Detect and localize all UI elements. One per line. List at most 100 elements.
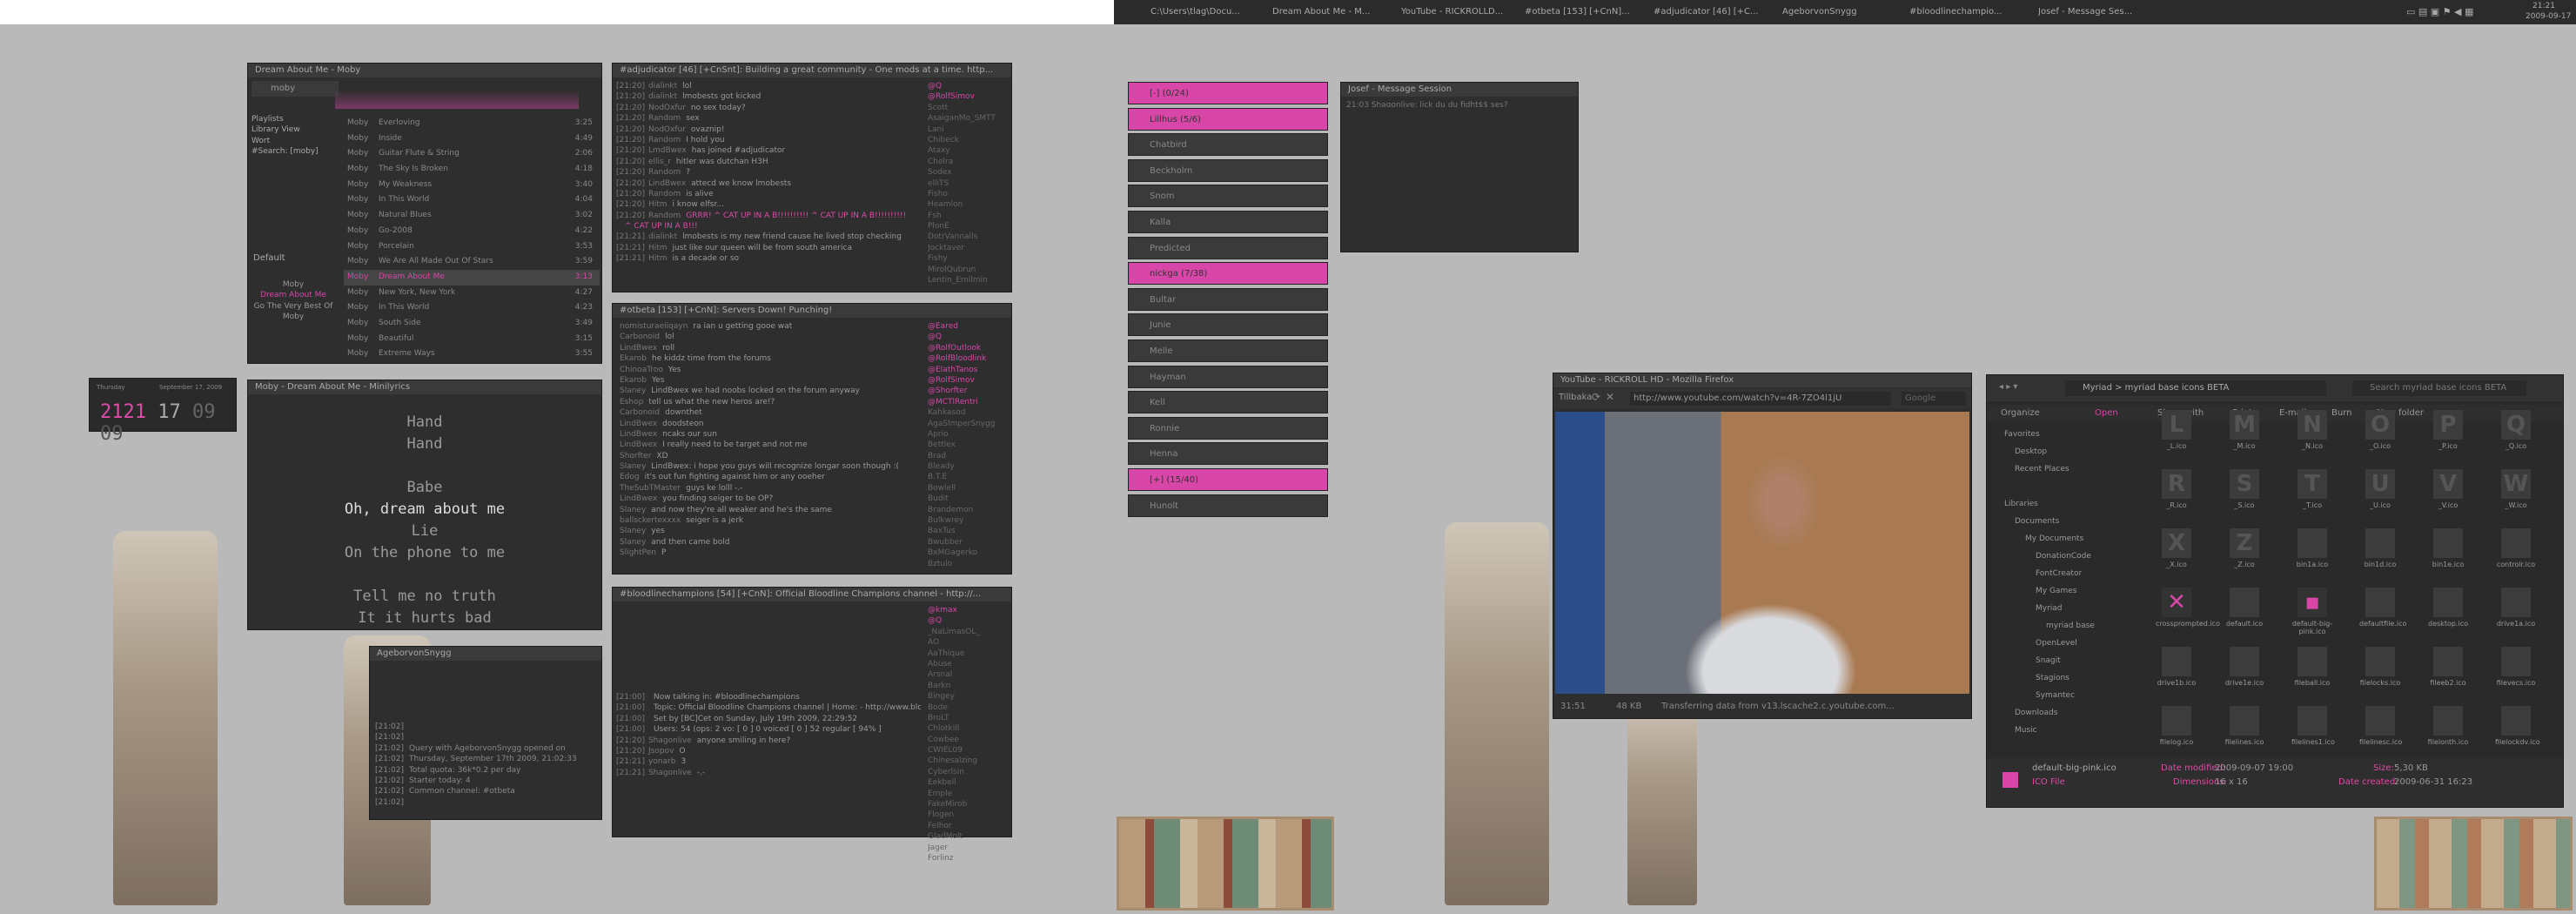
back-button[interactable]: Tillbaka xyxy=(1559,393,1592,402)
chat-nick[interactable]: dialinkt xyxy=(648,92,677,101)
file-icon[interactable]: filelines.ico xyxy=(2224,706,2265,749)
file-icon[interactable]: R _R.ico xyxy=(2156,469,2197,513)
video-player[interactable] xyxy=(1555,412,1969,694)
nick-list-item[interactable]: Ataxy xyxy=(928,145,1006,156)
chat-nick[interactable]: Random xyxy=(648,114,681,123)
chat-nick[interactable]: Random xyxy=(648,168,681,177)
tree-item[interactable]: Libraries xyxy=(1992,495,2131,513)
nick-list-item[interactable]: Chlotkill xyxy=(928,723,1006,734)
tree-item[interactable]: FontCreator xyxy=(1992,565,2131,582)
source-item[interactable]: Playlists xyxy=(252,114,339,124)
contact-group[interactable]: Snom xyxy=(1128,185,1328,208)
file-icon[interactable]: Q _Q.ico xyxy=(2495,410,2537,454)
nick-list-item[interactable]: DotrVannalls xyxy=(928,232,1006,242)
nick-list-item[interactable]: @Q xyxy=(928,615,1006,626)
tray-icons[interactable]: ▭ ▤ ▣ ⚑ ◀ ▦ xyxy=(2406,6,2473,17)
chat-nick[interactable]: nomisturaeiiqayn xyxy=(620,322,688,331)
file-icon[interactable]: O _O.ico xyxy=(2359,410,2401,454)
chat-nick[interactable]: Random xyxy=(648,190,681,198)
chat-nick[interactable]: Shagonlive xyxy=(648,736,692,745)
nick-list-item[interactable]: CWIEL09 xyxy=(928,745,1006,756)
file-icon[interactable]: filelocks.ico xyxy=(2359,647,2401,690)
tree-item[interactable] xyxy=(1992,478,2131,495)
file-icon[interactable]: Z _Z.ico xyxy=(2224,528,2265,572)
tree-item[interactable]: Music xyxy=(1992,722,2131,739)
tree-item[interactable]: myriad base xyxy=(1992,617,2131,635)
nick-list-item[interactable]: Felhor xyxy=(928,821,1006,831)
track-row[interactable]: Moby In This World 4:23 xyxy=(344,300,600,316)
nick-list-item[interactable]: Lentin_Emilmin xyxy=(928,275,1006,286)
nick-list-item[interactable]: Bztulo xyxy=(928,559,1006,569)
nick-list-item[interactable]: @RolfBloodlink xyxy=(928,353,1006,364)
track-row[interactable]: Moby Inside 4:49 xyxy=(344,131,600,147)
contact-group[interactable]: Lillhus (5/6) xyxy=(1128,107,1328,131)
nick-list-item[interactable]: AgaSlmperSnygg xyxy=(928,419,1006,429)
file-icon[interactable]: ▪ default-big-pink.ico xyxy=(2291,588,2333,635)
track-row[interactable]: Moby My Weakness 3:40 xyxy=(344,178,600,193)
file-icon[interactable]: M _M.ico xyxy=(2224,410,2265,454)
nick-list-item[interactable]: Jager xyxy=(928,843,1006,853)
tree-item[interactable]: Myriad xyxy=(1992,600,2131,617)
taskbar-item[interactable]: C:\Users\tlag\Docu... xyxy=(1150,5,1262,19)
nick-list-item[interactable]: Cyberlsin xyxy=(928,767,1006,777)
nick-list-item[interactable]: Arsnal xyxy=(928,669,1006,680)
file-icon[interactable]: filevecs.ico xyxy=(2495,647,2537,690)
file-icon[interactable]: bin1a.ico xyxy=(2291,528,2333,572)
track-row[interactable]: Moby South Side 3:49 xyxy=(344,316,600,332)
track-row[interactable]: Moby In This World 4:04 xyxy=(344,192,600,208)
chat-nick[interactable]: Carbonoid xyxy=(620,333,660,341)
track-row[interactable]: Moby The Sky Is Broken 4:18 xyxy=(344,162,600,178)
tree-item[interactable]: Stagions xyxy=(1992,669,2131,687)
nick-list-item[interactable]: Abuse xyxy=(928,659,1006,669)
reload-icon[interactable]: ⟳ xyxy=(1592,391,1600,403)
chat-nick[interactable]: Carbonoid xyxy=(620,408,660,417)
nick-list-item[interactable]: Cowbee xyxy=(928,735,1006,745)
tree-item[interactable]: DonationCode xyxy=(1992,548,2131,565)
tree-item[interactable]: Symantec xyxy=(1992,687,2131,704)
chat-nick[interactable]: Jsopov xyxy=(648,747,674,756)
nick-list-item[interactable]: Bulkwrey xyxy=(928,515,1006,526)
chat-nick[interactable]: Hitm xyxy=(648,200,667,209)
nick-list-item[interactable]: Scott xyxy=(928,103,1006,113)
chat-nick[interactable]: LindBwex xyxy=(620,344,657,353)
chat-nick[interactable]: LindBwex xyxy=(648,179,686,188)
nick-list-item[interactable]: @ElathTanos xyxy=(928,365,1006,375)
contact-group[interactable]: Hunolt xyxy=(1128,494,1328,517)
chat-nick[interactable]: ellis_r xyxy=(648,158,671,166)
nick-list-item[interactable]: Bode xyxy=(928,702,1006,713)
chat-nick[interactable]: LmdBwex xyxy=(648,146,687,155)
nick-list-item[interactable]: @MCTlRentri xyxy=(928,397,1006,407)
file-icon[interactable]: W _W.ico xyxy=(2495,469,2537,513)
clock-time[interactable]: 21:21 xyxy=(2532,2,2555,10)
nick-list-item[interactable]: @RolfSimov xyxy=(928,91,1006,102)
chat-nick[interactable]: LindBwex xyxy=(620,494,657,503)
nick-list-item[interactable]: Chinesalzing xyxy=(928,756,1006,766)
track-row[interactable]: Moby Porcelain 3:53 xyxy=(344,239,600,255)
stop-icon[interactable]: ✕ xyxy=(1606,391,1614,403)
nick-list-item[interactable]: Kahkasod xyxy=(928,407,1006,418)
nick-list-item[interactable]: Brandemon xyxy=(928,505,1006,515)
taskbar-item[interactable]: #otbeta [153] [+CnN]... xyxy=(1525,5,1645,19)
source-item[interactable]: Wort xyxy=(252,136,339,146)
nick-list-item[interactable]: @kmax xyxy=(928,605,1006,615)
chat-nick[interactable]: dialinkt xyxy=(648,82,677,91)
nick-list-item[interactable]: @Eared xyxy=(928,321,1006,332)
chat-nick[interactable]: ballsckertexxxx xyxy=(620,516,681,525)
tree-item[interactable]: Documents xyxy=(1992,513,2131,530)
address-bar[interactable]: Myriad > myriad base icons BETA xyxy=(2065,380,2326,396)
nick-list-item[interactable]: @Shorfter xyxy=(928,386,1006,396)
contact-group[interactable]: Kalla xyxy=(1128,211,1328,233)
contact-group[interactable]: Hayman xyxy=(1128,365,1328,388)
chat-nick[interactable]: Shorfter xyxy=(620,452,651,460)
chat-nick[interactable]: NodOxfur xyxy=(648,104,686,112)
tree-item[interactable]: Downloads xyxy=(1992,704,2131,722)
file-icon[interactable]: fileeb2.ico xyxy=(2427,647,2469,690)
chat-nick[interactable]: LindBwex xyxy=(620,420,657,428)
chat-nick[interactable]: yonarb xyxy=(648,757,675,766)
track-row[interactable]: Moby New York, New York 4:27 xyxy=(344,286,600,301)
chat-nick[interactable]: ChinoaTroo xyxy=(620,366,663,374)
file-icon[interactable]: defaultfile.ico xyxy=(2359,588,2406,631)
chat-nick[interactable]: Hitm xyxy=(648,254,667,263)
tree-item[interactable]: Favorites xyxy=(1992,426,2131,443)
nick-list-item[interactable]: Bleady xyxy=(928,461,1006,472)
